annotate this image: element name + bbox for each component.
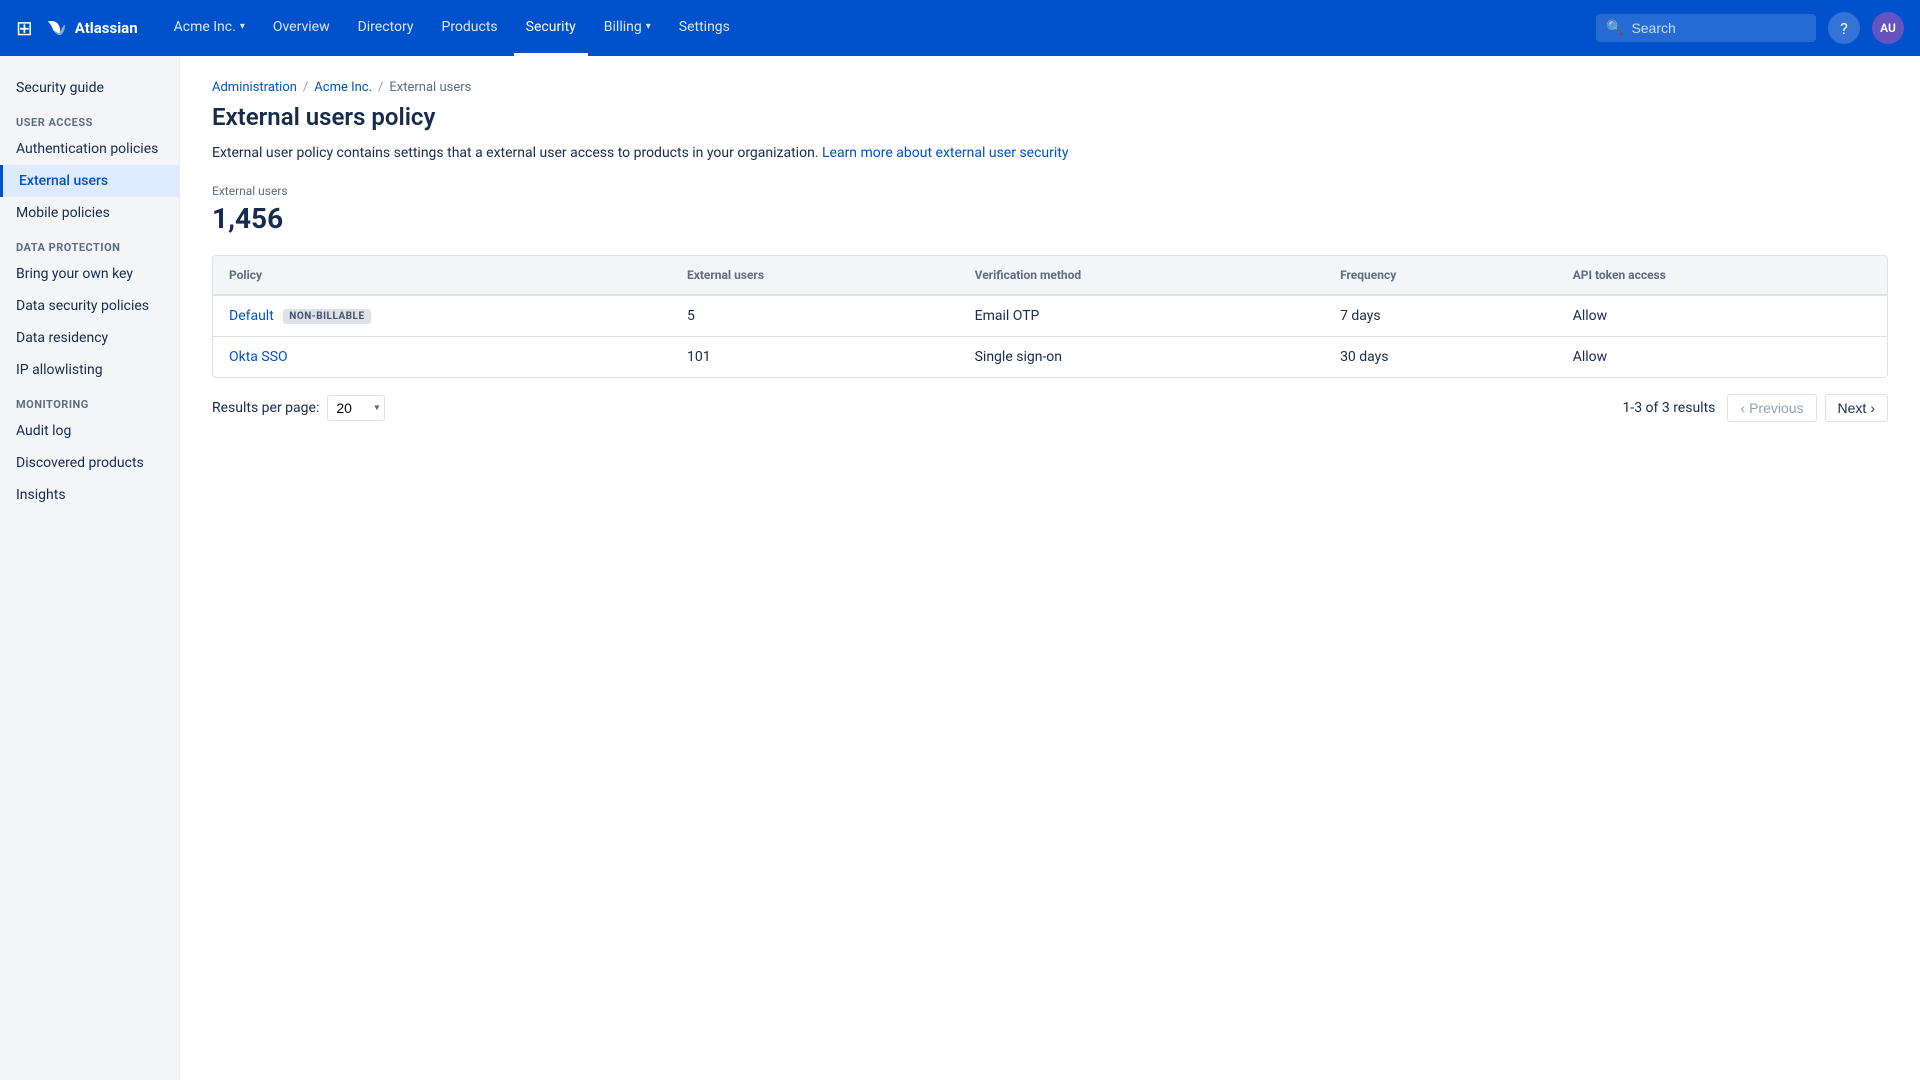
chevron-right-icon: › — [1870, 400, 1875, 416]
nav-directory[interactable]: Directory — [346, 0, 426, 56]
breadcrumb: Administration / Acme Inc. / External us… — [212, 80, 1888, 95]
per-page-select[interactable]: 20 50 100 — [327, 395, 385, 421]
sidebar-section-user-access: USER ACCESS — [0, 104, 179, 133]
table-row: Default NON-BILLABLE 5 Email OTP 7 days … — [213, 295, 1887, 337]
main-content: Reset sessions ··· Administration / Acme… — [180, 56, 1920, 1080]
nav-acme-inc[interactable]: Acme Inc. ▾ — [162, 0, 257, 56]
sidebar-item-byok[interactable]: Bring your own key — [0, 258, 179, 290]
col-api-token: API token access — [1557, 256, 1887, 295]
breadcrumb-administration[interactable]: Administration — [212, 80, 297, 95]
pagination-right: 1-3 of 3 results ‹ Previous Next › — [1622, 394, 1888, 422]
cell-policy: Okta SSO — [213, 337, 671, 378]
nav-billing[interactable]: Billing ▾ — [592, 0, 663, 56]
sidebar-item-audit-log[interactable]: Audit log — [0, 415, 179, 447]
sidebar-item-insights[interactable]: Insights — [0, 479, 179, 511]
sidebar-item-mobile[interactable]: Mobile policies — [0, 197, 179, 229]
sidebar-item-data-residency[interactable]: Data residency — [0, 322, 179, 354]
chevron-left-icon: ‹ — [1740, 400, 1745, 416]
cell-verification: Email OTP — [959, 295, 1324, 337]
topnav-right: 🔍 ? AU — [1596, 12, 1904, 44]
results-per-page: Results per page: 20 50 100 — [212, 395, 385, 421]
breadcrumb-sep-2: / — [378, 80, 383, 95]
nav-security[interactable]: Security — [514, 0, 588, 56]
learn-more-link[interactable]: Learn more about external user security — [822, 145, 1069, 161]
nav-products[interactable]: Products — [429, 0, 509, 56]
results-per-page-label: Results per page: — [212, 400, 319, 416]
cell-ext-users: 101 — [671, 337, 959, 378]
cell-api-access: Allow — [1557, 337, 1887, 378]
atlassian-logo[interactable]: Atlassian — [45, 16, 138, 40]
policy-table: Policy External users Verification metho… — [213, 256, 1887, 377]
sidebar-item-discovered[interactable]: Discovered products — [0, 447, 179, 479]
sidebar-item-external-users[interactable]: External users — [0, 165, 179, 197]
col-frequency: Frequency — [1324, 256, 1557, 295]
nav-overview[interactable]: Overview — [261, 0, 342, 56]
col-external-users: External users — [671, 256, 959, 295]
page-layout: Security guide USER ACCESS Authenticatio… — [0, 56, 1920, 1080]
sidebar-section-data-protection: DATA PROTECTION — [0, 229, 179, 258]
policy-link-default[interactable]: Default — [229, 308, 274, 324]
chevron-icon: ▾ — [646, 21, 651, 32]
page-title: External users policy — [212, 103, 1888, 131]
per-page-select-wrapper: 20 50 100 — [327, 395, 385, 421]
main-nav: Acme Inc. ▾ Overview Directory Products … — [162, 0, 1588, 56]
sidebar: Security guide USER ACCESS Authenticatio… — [0, 56, 180, 1080]
nav-settings[interactable]: Settings — [667, 0, 742, 56]
table-header: Policy External users Verification metho… — [213, 256, 1887, 295]
ext-users-count: 1,456 — [212, 202, 1888, 235]
previous-button[interactable]: ‹ Previous — [1727, 394, 1816, 422]
cell-verification: Single sign-on — [959, 337, 1324, 378]
cell-ext-users: 5 — [671, 295, 959, 337]
pagination: Results per page: 20 50 100 1-3 of 3 res… — [212, 394, 1888, 422]
search-box[interactable]: 🔍 — [1596, 14, 1816, 42]
sidebar-item-security-guide[interactable]: Security guide — [0, 72, 179, 104]
table-row: Okta SSO 101 Single sign-on 30 days Allo… — [213, 337, 1887, 378]
cell-frequency: 7 days — [1324, 295, 1557, 337]
sidebar-item-authentication[interactable]: Authentication policies — [0, 133, 179, 165]
search-icon: 🔍 — [1606, 20, 1623, 36]
avatar[interactable]: AU — [1872, 12, 1904, 44]
col-verification: Verification method — [959, 256, 1324, 295]
cell-policy: Default NON-BILLABLE — [213, 295, 671, 337]
sidebar-section-monitoring: MONITORING — [0, 386, 179, 415]
sidebar-item-ip-allowlist[interactable]: IP allowlisting — [0, 354, 179, 386]
apps-icon[interactable]: ⊞ — [16, 16, 33, 40]
cell-api-access: Allow — [1557, 295, 1887, 337]
policy-link-okta[interactable]: Okta SSO — [229, 349, 288, 365]
ext-users-label: External users — [212, 184, 1888, 198]
next-button[interactable]: Next › — [1825, 394, 1888, 422]
sidebar-item-data-security[interactable]: Data security policies — [0, 290, 179, 322]
cell-frequency: 30 days — [1324, 337, 1557, 378]
breadcrumb-acme-inc[interactable]: Acme Inc. — [314, 80, 372, 95]
help-button[interactable]: ? — [1828, 12, 1860, 44]
top-navigation: ⊞ Atlassian Acme Inc. ▾ Overview Directo… — [0, 0, 1920, 56]
search-input[interactable] — [1631, 20, 1806, 36]
col-policy: Policy — [213, 256, 671, 295]
logo-text: Atlassian — [75, 19, 138, 37]
table-body: Default NON-BILLABLE 5 Email OTP 7 days … — [213, 295, 1887, 377]
policy-table-container: Policy External users Verification metho… — [212, 255, 1888, 378]
breadcrumb-current: External users — [389, 80, 471, 95]
chevron-icon: ▾ — [240, 21, 245, 32]
page-description: External user policy contains settings t… — [212, 143, 1888, 164]
non-billable-badge: NON-BILLABLE — [283, 309, 370, 324]
pagination-info: 1-3 of 3 results — [1622, 400, 1715, 416]
breadcrumb-sep-1: / — [303, 80, 308, 95]
